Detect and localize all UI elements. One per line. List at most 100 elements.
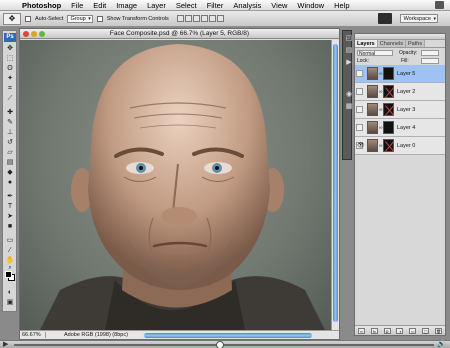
menu-filter[interactable]: Filter bbox=[202, 0, 229, 11]
layer-row-2[interactable]: ∞ Layer 2 bbox=[355, 83, 445, 101]
visibility-eye-icon[interactable]: 👁 bbox=[356, 142, 365, 149]
type-tool-icon[interactable]: T bbox=[5, 203, 15, 210]
gradient-tool-icon[interactable]: ▤ bbox=[5, 159, 15, 166]
layer-row-5[interactable]: ∞ Layer 5 bbox=[355, 65, 445, 83]
history-brush-icon[interactable]: ↺ bbox=[5, 139, 15, 146]
layer-style-icon[interactable]: fx bbox=[370, 327, 378, 334]
menu-app-name[interactable]: Photoshop bbox=[17, 0, 66, 11]
notes-tool-icon[interactable]: ▭ bbox=[5, 237, 15, 244]
blend-mode-dropdown[interactable]: Normal bbox=[357, 50, 393, 57]
transform-controls-checkbox[interactable] bbox=[96, 15, 103, 22]
magic-wand-icon[interactable]: ✦ bbox=[5, 75, 15, 82]
layer-mask-thumbnail[interactable] bbox=[383, 121, 394, 134]
horizontal-scroll-thumb[interactable] bbox=[144, 332, 312, 338]
layer-row-0[interactable]: 👁 ∞ Layer 0 bbox=[355, 137, 445, 155]
volume-icon[interactable]: 🔊 bbox=[437, 341, 446, 348]
pen-tool-icon[interactable]: ✒ bbox=[5, 193, 15, 200]
clone-stamp-icon[interactable]: ⊥ bbox=[5, 129, 15, 136]
layers-palette: Layers Channels Paths Normal Opacity: Lo… bbox=[354, 33, 446, 336]
zoom-level-field[interactable]: 66.67% bbox=[20, 332, 46, 338]
layer-name[interactable]: Layer 5 bbox=[397, 65, 415, 83]
adjustment-layer-icon[interactable]: ◑ bbox=[396, 327, 404, 334]
layer-mask-thumbnail[interactable] bbox=[383, 67, 394, 80]
layer-row-4[interactable]: ∞ Layer 4 bbox=[355, 119, 445, 137]
menu-image[interactable]: Image bbox=[111, 0, 142, 11]
layer-row-3[interactable]: ∞ Layer 3 bbox=[355, 101, 445, 119]
foreground-color-swatch[interactable] bbox=[5, 271, 12, 278]
color-icon[interactable]: ◉ bbox=[344, 91, 354, 98]
quick-mask-icon[interactable]: ◐ bbox=[5, 289, 15, 296]
tab-paths[interactable]: Paths bbox=[406, 40, 426, 47]
video-player-bar: ▶ 🔊 bbox=[0, 340, 450, 348]
link-layers-icon[interactable]: ∞ bbox=[357, 327, 365, 334]
opacity-field[interactable] bbox=[421, 50, 439, 56]
lasso-tool-icon[interactable]: ʘ bbox=[5, 65, 15, 72]
tab-channels[interactable]: Channels bbox=[377, 40, 406, 47]
workspace-dropdown[interactable]: Workspace bbox=[399, 14, 438, 23]
document-titlebar: Face Composite.psd @ 66.7% (Layer 5, RGB… bbox=[20, 29, 339, 39]
path-select-icon[interactable]: ➤ bbox=[5, 213, 15, 220]
menu-window[interactable]: Window bbox=[292, 0, 329, 11]
move-tool-preset-icon[interactable]: ✥ bbox=[3, 12, 21, 25]
align-bottom-icon[interactable] bbox=[192, 15, 200, 22]
menu-view[interactable]: View bbox=[266, 0, 292, 11]
play-icon[interactable]: ▶ bbox=[3, 341, 8, 348]
new-layer-icon[interactable]: ▢ bbox=[422, 327, 430, 334]
document-info[interactable]: Adobe RGB (1998) (8bpc) bbox=[46, 332, 142, 338]
layer-mask-thumbnail[interactable] bbox=[383, 103, 394, 116]
menu-edit[interactable]: Edit bbox=[88, 0, 111, 11]
align-top-icon[interactable] bbox=[176, 15, 184, 22]
blur-tool-icon[interactable]: ◆ bbox=[5, 169, 15, 176]
image-canvas[interactable] bbox=[20, 40, 331, 330]
visibility-toggle[interactable] bbox=[356, 124, 363, 131]
align-right-icon[interactable] bbox=[216, 15, 224, 22]
horizontal-scrollbar[interactable] bbox=[142, 331, 339, 339]
align-middle-icon[interactable] bbox=[184, 15, 192, 22]
visibility-toggle[interactable] bbox=[356, 88, 363, 95]
tab-layers[interactable]: Layers bbox=[355, 40, 378, 47]
crop-tool-icon[interactable]: ⌗ bbox=[5, 85, 15, 92]
visibility-toggle[interactable] bbox=[356, 106, 363, 113]
navigator-icon[interactable]: ◰ bbox=[344, 35, 354, 42]
trash-icon[interactable]: 🗑 bbox=[434, 327, 442, 334]
eraser-tool-icon[interactable]: ▱ bbox=[5, 149, 15, 156]
layer-mask-thumbnail[interactable] bbox=[383, 139, 394, 152]
vertical-scroll-thumb[interactable] bbox=[333, 44, 338, 322]
layer-name[interactable]: Layer 2 bbox=[397, 83, 415, 101]
add-mask-icon[interactable]: ◘ bbox=[383, 327, 391, 334]
eyedropper-icon[interactable]: ⁄ bbox=[5, 247, 15, 254]
brush-tool-icon[interactable]: ✎ bbox=[5, 119, 15, 126]
menu-file[interactable]: File bbox=[66, 0, 88, 11]
layer-name[interactable]: Layer 4 bbox=[397, 119, 415, 137]
layer-mask-thumbnail[interactable] bbox=[383, 85, 394, 98]
screen-mode-icon[interactable]: ▣ bbox=[5, 299, 15, 306]
scrub-track[interactable] bbox=[14, 344, 434, 346]
marquee-tool-icon[interactable]: ⬚ bbox=[5, 55, 15, 62]
dodge-tool-icon[interactable]: ● bbox=[5, 179, 15, 186]
align-center-icon[interactable] bbox=[208, 15, 216, 22]
move-tool-icon[interactable]: ✥ bbox=[5, 45, 15, 52]
align-left-icon[interactable] bbox=[200, 15, 208, 22]
hand-tool-icon[interactable]: ✋ bbox=[5, 257, 15, 264]
shape-tool-icon[interactable]: ■ bbox=[5, 223, 15, 230]
swatches-icon[interactable]: ▦ bbox=[344, 103, 354, 110]
healing-brush-icon[interactable]: ✚ bbox=[5, 109, 15, 116]
auto-select-dropdown[interactable]: Group bbox=[67, 14, 93, 23]
visibility-toggle[interactable] bbox=[356, 70, 363, 77]
layer-name[interactable]: Layer 0 bbox=[397, 137, 415, 155]
scrub-handle[interactable] bbox=[215, 341, 224, 348]
vertical-scrollbar[interactable] bbox=[331, 40, 339, 330]
history-icon[interactable]: ▤ bbox=[344, 47, 354, 54]
menu-layer[interactable]: Layer bbox=[142, 0, 171, 11]
menu-analysis[interactable]: Analysis bbox=[228, 0, 266, 11]
tray-icon[interactable] bbox=[435, 1, 444, 9]
new-group-icon[interactable]: ▭ bbox=[409, 327, 417, 334]
menu-help[interactable]: Help bbox=[329, 0, 354, 11]
menu-select[interactable]: Select bbox=[171, 0, 202, 11]
layer-name[interactable]: Layer 3 bbox=[397, 101, 415, 119]
slice-tool-icon[interactable]: ⟋ bbox=[5, 95, 15, 102]
bridge-icon[interactable] bbox=[377, 13, 392, 24]
actions-icon[interactable]: ▶ bbox=[344, 59, 354, 66]
auto-select-checkbox[interactable] bbox=[25, 15, 31, 22]
fill-field[interactable] bbox=[421, 58, 439, 64]
